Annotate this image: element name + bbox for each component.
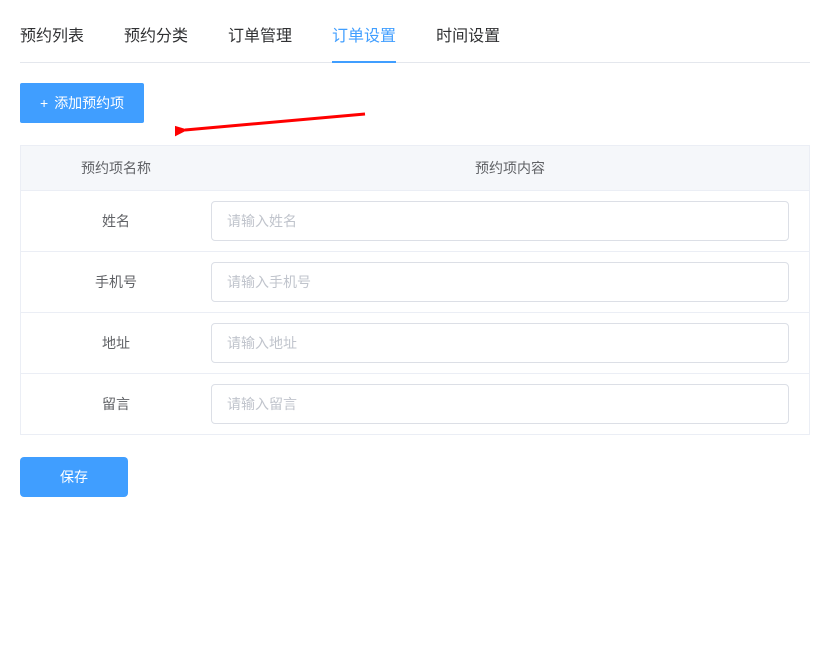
header-name: 预约项名称 <box>21 146 211 190</box>
tabs-nav: 预约列表 预约分类 订单管理 订单设置 时间设置 <box>20 2 810 63</box>
header-content: 预约项内容 <box>211 146 809 190</box>
table-row: 留言 <box>21 374 809 434</box>
address-input[interactable] <box>211 323 789 363</box>
annotation-arrow <box>175 110 375 150</box>
tab-order-settings[interactable]: 订单设置 <box>332 2 416 62</box>
table-row: 地址 <box>21 313 809 374</box>
row-name-label: 留言 <box>21 394 211 414</box>
message-input[interactable] <box>211 384 789 424</box>
phone-input[interactable] <box>211 262 789 302</box>
appointment-items-table: 预约项名称 预约项内容 姓名 手机号 地址 留言 <box>20 145 810 435</box>
add-appointment-item-button[interactable]: + 添加预约项 <box>20 83 144 123</box>
row-name-label: 姓名 <box>21 211 211 231</box>
tab-appointment-list[interactable]: 预约列表 <box>20 2 104 62</box>
name-input[interactable] <box>211 201 789 241</box>
plus-icon: + <box>40 96 48 110</box>
add-button-label: 添加预约项 <box>54 93 124 113</box>
row-name-label: 手机号 <box>21 272 211 292</box>
table-row: 手机号 <box>21 252 809 313</box>
tab-order-manage[interactable]: 订单管理 <box>228 2 312 62</box>
tab-appointment-category[interactable]: 预约分类 <box>124 2 208 62</box>
tab-time-settings[interactable]: 时间设置 <box>436 2 520 62</box>
table-header: 预约项名称 预约项内容 <box>21 146 809 191</box>
save-button[interactable]: 保存 <box>20 457 128 497</box>
table-row: 姓名 <box>21 191 809 252</box>
row-name-label: 地址 <box>21 333 211 353</box>
